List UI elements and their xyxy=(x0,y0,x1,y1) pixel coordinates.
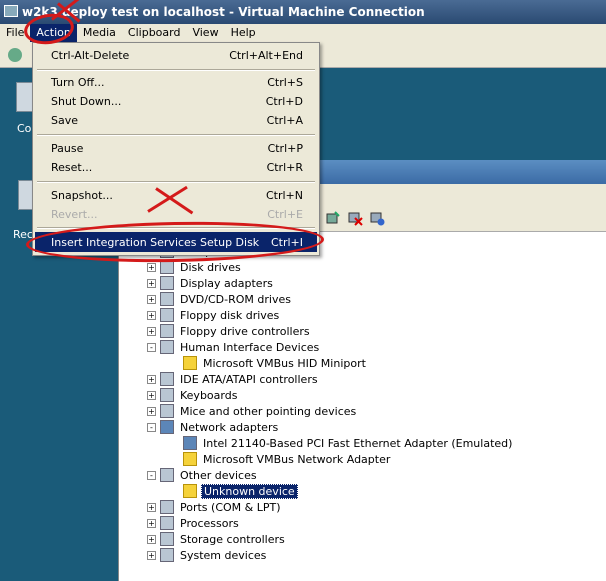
port-icon xyxy=(160,500,174,514)
menu-item-ctrl-alt-delete[interactable]: Ctrl-Alt-Delete Ctrl+Alt+End xyxy=(35,45,317,65)
expand-icon[interactable]: + xyxy=(147,310,156,320)
my-computer-label: Co xyxy=(17,122,32,135)
tree-node[interactable]: - Human Interface Devices xyxy=(147,339,321,355)
ide-icon xyxy=(160,372,174,386)
tree-node-label: Disk drives xyxy=(180,260,241,274)
tree-node-label: Mice and other pointing devices xyxy=(180,404,357,418)
expand-icon[interactable]: + xyxy=(147,534,156,544)
tree-node-label: Unknown device xyxy=(201,483,298,499)
question-icon xyxy=(160,468,174,482)
ctrl-alt-del-toolbar-icon[interactable] xyxy=(8,48,22,62)
menu-view[interactable]: View xyxy=(186,24,224,42)
tree-node[interactable]: Microsoft VMBus Network Adapter xyxy=(183,451,392,467)
tree-node[interactable]: Microsoft VMBus HID Miniport xyxy=(183,355,368,371)
tree-node[interactable]: + Ports (COM & LPT) xyxy=(147,499,283,515)
expand-icon[interactable]: + xyxy=(147,278,156,288)
warning-icon xyxy=(183,356,197,370)
menu-separator xyxy=(37,181,315,183)
expand-icon[interactable]: + xyxy=(147,262,156,272)
vm-connection-icon xyxy=(4,5,18,17)
system-icon xyxy=(160,548,174,562)
tree-node-label: Floppy disk drives xyxy=(180,308,280,322)
window-title: w2k3 deploy test on localhost - Virtual … xyxy=(22,5,425,19)
device-tree: +Computer+Disk drives+Display adapters+D… xyxy=(119,232,606,581)
network-card-icon xyxy=(183,436,197,450)
tree-node[interactable]: + Storage controllers xyxy=(147,531,287,547)
expand-icon[interactable]: + xyxy=(147,550,156,560)
monitor-icon xyxy=(160,276,174,290)
tree-node-label: Human Interface Devices xyxy=(180,340,320,354)
tree-node[interactable]: + Keyboards xyxy=(147,387,239,403)
storage-icon xyxy=(160,532,174,546)
tree-node[interactable]: - Other devices xyxy=(147,467,259,483)
keyboard-icon xyxy=(160,388,174,402)
menu-item-reset[interactable]: Reset... Ctrl+R xyxy=(35,157,317,177)
dvd-icon xyxy=(160,292,174,306)
watermark-text: windows-noob.com xyxy=(186,555,395,579)
tree-node-label: Ports (COM & LPT) xyxy=(180,500,281,514)
network-icon xyxy=(160,420,174,434)
collapse-icon[interactable]: - xyxy=(147,422,156,432)
hid-icon xyxy=(160,340,174,354)
warning-icon xyxy=(183,452,197,466)
expand-icon[interactable]: + xyxy=(147,518,156,528)
tree-node[interactable]: + Floppy disk drives xyxy=(147,307,281,323)
tree-node[interactable]: - Network adapters xyxy=(147,419,280,435)
tree-node-label: Microsoft VMBus Network Adapter xyxy=(203,452,391,466)
uninstall-device-icon[interactable] xyxy=(347,210,363,226)
tree-node[interactable]: + DVD/CD-ROM drives xyxy=(147,291,293,307)
menu-media[interactable]: Media xyxy=(77,24,122,42)
warning-icon xyxy=(183,484,197,498)
controller-icon xyxy=(160,324,174,338)
disable-device-icon[interactable] xyxy=(369,210,385,226)
collapse-icon[interactable]: - xyxy=(147,342,156,352)
tree-node-label: DVD/CD-ROM drives xyxy=(180,292,291,306)
menu-help[interactable]: Help xyxy=(225,24,262,42)
menu-item-save[interactable]: Save Ctrl+A xyxy=(35,110,317,130)
scan-hardware-icon[interactable] xyxy=(325,210,341,226)
floppy-icon xyxy=(160,308,174,322)
expand-icon[interactable]: + xyxy=(147,502,156,512)
tree-node[interactable]: Intel 21140-Based PCI Fast Ethernet Adap… xyxy=(183,435,514,451)
tree-node-label: Other devices xyxy=(180,468,257,482)
tree-node-label: Processors xyxy=(180,516,239,530)
tree-node-label: Keyboards xyxy=(180,388,238,402)
tree-node[interactable]: + IDE ATA/ATAPI controllers xyxy=(147,371,320,387)
tree-node[interactable]: + Display adapters xyxy=(147,275,275,291)
tree-node-label: Microsoft VMBus HID Miniport xyxy=(203,356,366,370)
tree-node-label: Display adapters xyxy=(180,276,273,290)
processor-icon xyxy=(160,516,174,530)
tree-node[interactable]: + Floppy drive controllers xyxy=(147,323,312,339)
mouse-icon xyxy=(160,404,174,418)
expand-icon[interactable]: + xyxy=(147,294,156,304)
tree-node-label: Network adapters xyxy=(180,420,279,434)
tree-node-label: Floppy drive controllers xyxy=(180,324,310,338)
menu-separator xyxy=(37,69,315,71)
expand-icon[interactable]: + xyxy=(147,326,156,336)
tree-node[interactable]: + Processors xyxy=(147,515,241,531)
expand-icon[interactable]: + xyxy=(147,374,156,384)
tree-node-label: Storage controllers xyxy=(180,532,285,546)
expand-icon[interactable]: + xyxy=(147,390,156,400)
tree-node[interactable]: Unknown device xyxy=(183,483,298,499)
window-title-bar[interactable]: w2k3 deploy test on localhost - Virtual … xyxy=(0,0,606,24)
menu-separator xyxy=(37,134,315,136)
tree-node-label: IDE ATA/ATAPI controllers xyxy=(180,372,318,386)
tree-node-label: Intel 21140-Based PCI Fast Ethernet Adap… xyxy=(203,436,513,450)
menu-item-shut-down[interactable]: Shut Down... Ctrl+D xyxy=(35,91,317,111)
collapse-icon[interactable]: - xyxy=(147,470,156,480)
menu-item-pause[interactable]: Pause Ctrl+P xyxy=(35,138,317,158)
tree-node[interactable]: + Mice and other pointing devices xyxy=(147,403,358,419)
expand-icon[interactable]: + xyxy=(147,406,156,416)
menu-clipboard[interactable]: Clipboard xyxy=(122,24,187,42)
menu-bar: File Action Media Clipboard View Help xyxy=(0,24,606,42)
menu-item-turn-off[interactable]: Turn Off... Ctrl+S xyxy=(35,72,317,92)
